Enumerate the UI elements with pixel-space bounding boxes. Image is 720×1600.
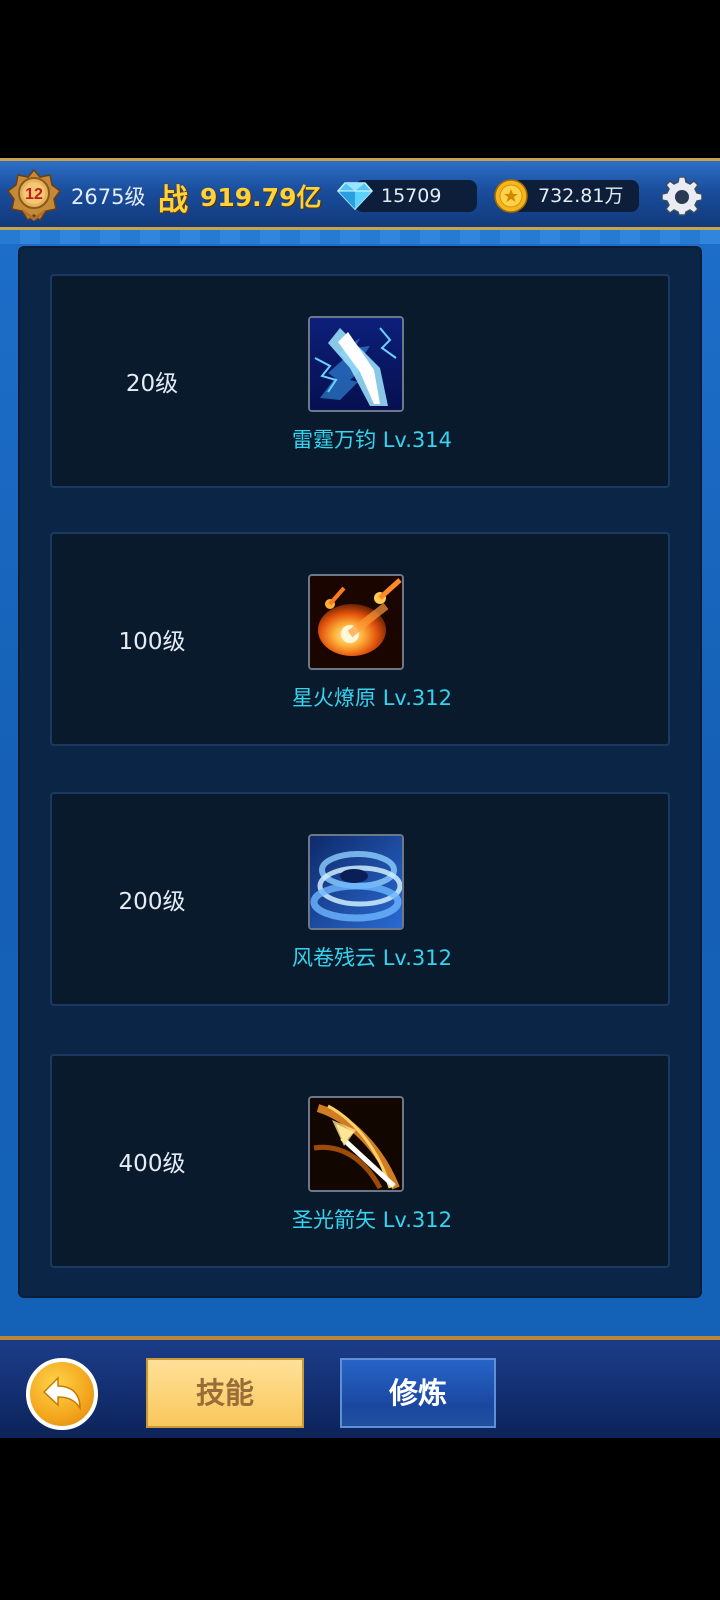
battle-power-value: 919.79亿 xyxy=(200,183,322,212)
diamond-icon xyxy=(336,182,374,211)
unlock-level-label: 20级 xyxy=(125,371,179,397)
skill-card-meteor[interactable]: 100级 星火燎原 Lv.312 xyxy=(50,532,670,746)
gear-icon[interactable] xyxy=(662,177,702,217)
whirlwind-skill-icon[interactable] xyxy=(308,834,404,930)
return-arrow-icon xyxy=(42,1376,81,1411)
skill-name: 雷霆万钧 Lv.314 xyxy=(292,428,452,452)
tab-skill[interactable]: 技能 xyxy=(146,1358,304,1428)
gold-coin-icon xyxy=(494,179,528,213)
skill-panel-frame: 20级 雷霆万钧 Lv.314 100级 星火燎原 Lv.312 200级 风卷… xyxy=(0,230,720,1336)
player-level: 2675级 xyxy=(71,185,146,209)
rank-badge-number: 12 xyxy=(25,186,43,203)
skill-card-holy-arrow[interactable]: 400级 圣光箭矢 Lv.312 xyxy=(50,1054,670,1268)
skill-name: 风卷残云 Lv.312 xyxy=(292,946,452,970)
skill-card-lightning[interactable]: 20级 雷霆万钧 Lv.314 xyxy=(50,274,670,488)
battle-power-icon: 战 xyxy=(158,183,188,218)
unlock-level-label: 100级 xyxy=(118,629,186,655)
skill-list-panel: 20级 雷霆万钧 Lv.314 100级 星火燎原 Lv.312 200级 风卷… xyxy=(18,246,702,1298)
diamond-count: 15709 xyxy=(381,185,442,207)
unlock-level-label: 400级 xyxy=(118,1151,186,1177)
meteor-fire-skill-icon[interactable] xyxy=(308,574,404,670)
skill-card-whirlwind[interactable]: 200级 风卷残云 Lv.312 xyxy=(50,792,670,1006)
tab-training[interactable]: 修炼 xyxy=(340,1358,496,1428)
gold-counter[interactable]: 732.81万 xyxy=(512,180,639,212)
holy-arrow-skill-icon[interactable] xyxy=(308,1096,404,1192)
gold-count: 732.81万 xyxy=(538,185,624,207)
game-screen: 12 2675级 战 919.79亿 15709 732.81万 20级 雷霆万… xyxy=(0,0,720,1600)
top-status-bar: 12 2675级 战 919.79亿 15709 732.81万 xyxy=(0,158,720,230)
bottom-nav-bar: 技能 修炼 xyxy=(0,1336,720,1438)
skill-name: 星火燎原 Lv.312 xyxy=(292,686,452,710)
unlock-level-label: 200级 xyxy=(118,889,186,915)
lightning-skill-icon[interactable] xyxy=(308,316,404,412)
back-button[interactable] xyxy=(26,1358,98,1430)
rank-badge-icon[interactable]: 12 xyxy=(6,167,62,223)
skill-name: 圣光箭矢 Lv.312 xyxy=(292,1208,452,1232)
